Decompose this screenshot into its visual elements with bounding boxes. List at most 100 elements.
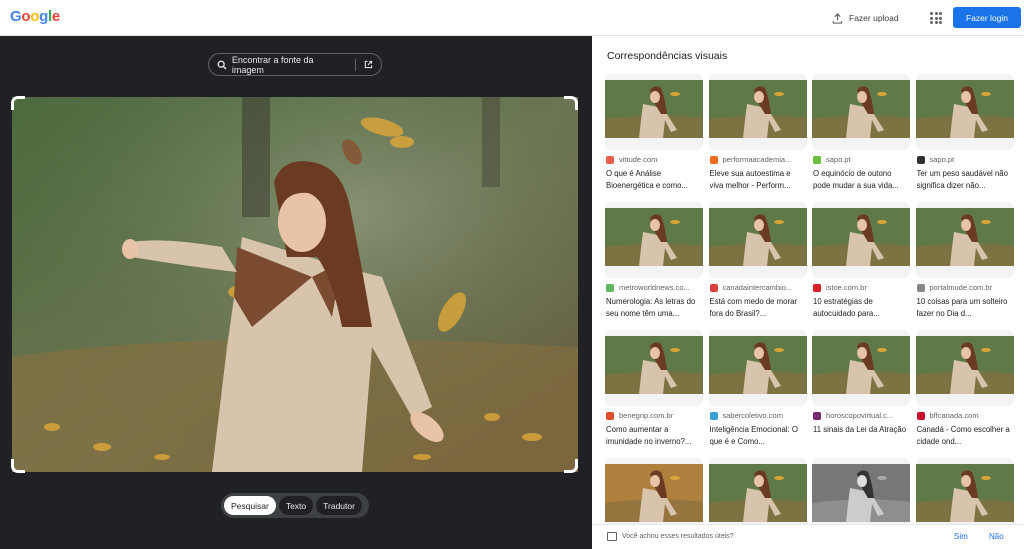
result-thumbnail[interactable]	[708, 74, 807, 150]
upload-button[interactable]: Fazer upload	[832, 9, 899, 27]
mode-texto[interactable]: Texto	[278, 496, 314, 515]
result-thumbnail[interactable]	[605, 330, 703, 406]
result-thumbnail[interactable]	[708, 330, 807, 406]
feedback-icon	[607, 532, 617, 541]
result-thumbnail[interactable]	[812, 74, 910, 150]
search-mode-switcher: Pesquisar Texto Tradutor	[221, 493, 369, 518]
result-card[interactable]	[708, 458, 807, 534]
site-favicon-icon	[813, 283, 821, 292]
lens-icon	[217, 60, 227, 69]
find-source-button[interactable]: Encontrar a fonte da imagem	[208, 53, 382, 76]
apps-grid-icon[interactable]	[930, 12, 942, 24]
result-source-label: canadaintercambio...	[722, 283, 793, 292]
result-thumbnail[interactable]	[915, 458, 1014, 534]
result-card[interactable]: vittude.com O que é Análise Bioenergética…	[605, 74, 703, 190]
result-title[interactable]: Eleve sua autoestima e viva melhor - Per…	[710, 168, 807, 192]
result-source-label: sapo.pt	[826, 155, 851, 164]
result-source-label: vittude.com	[619, 155, 658, 164]
uploaded-photo[interactable]	[12, 97, 578, 472]
result-source[interactable]: sabercoletivo.com	[709, 411, 808, 420]
result-source-label: performaacademia...	[722, 155, 792, 164]
result-source-label: istoe.com.br	[826, 283, 867, 292]
result-card[interactable]: horoscopovirtual.c... 11 sinais da Lei da…	[812, 330, 910, 434]
results-heading: Correspondências visuais	[607, 50, 728, 62]
result-card[interactable]: sapo.pt O equinócio de outono pode mudar …	[812, 74, 910, 190]
site-favicon-icon	[916, 155, 925, 164]
result-title[interactable]: O equinócio de outono pode mudar a sua v…	[813, 168, 910, 192]
result-card[interactable]	[812, 458, 910, 534]
mode-tradutor[interactable]: Tradutor	[316, 496, 362, 515]
result-title[interactable]: 11 sinais da Lei da Atração	[813, 424, 910, 448]
logo-letter: o	[21, 8, 31, 25]
result-title[interactable]: 10 coisas para um solteiro fazer no Dia …	[917, 296, 1014, 320]
result-source[interactable]: benegrip.com.br	[606, 411, 704, 420]
result-title[interactable]: 10 estratégias de autocuidado para...	[813, 296, 910, 320]
feedback-no-button[interactable]: Não	[989, 532, 1004, 541]
result-thumbnail[interactable]	[708, 202, 807, 278]
result-card[interactable]	[605, 458, 703, 534]
result-thumbnail[interactable]	[605, 74, 703, 150]
result-source[interactable]: portalmude.com.br	[916, 283, 1015, 292]
result-card[interactable]: sabercoletivo.com Inteligência Emocional:…	[708, 330, 807, 446]
result-source[interactable]: metroworldnews.co...	[606, 283, 704, 292]
google-logo[interactable]: Google	[10, 8, 60, 25]
upload-icon	[832, 12, 843, 24]
result-title[interactable]: Inteligência Emocional: O que é e Como..…	[710, 424, 807, 448]
image-viewer: Encontrar a fonte da imagem Pesquisar Te…	[0, 36, 592, 549]
site-favicon-icon	[709, 283, 718, 292]
result-source-label: bffcanada.com	[929, 411, 979, 420]
logo-letter: o	[30, 8, 40, 25]
result-source[interactable]: bffcanada.com	[916, 411, 1015, 420]
result-title[interactable]: Está com medo de morar fora do Brasil?..…	[710, 296, 807, 320]
result-thumbnail[interactable]	[605, 202, 703, 278]
mode-pesquisar[interactable]: Pesquisar	[224, 496, 276, 515]
result-card[interactable]: portalmude.com.br 10 coisas para um solte…	[915, 202, 1014, 318]
crop-handle-bottom-right[interactable]	[564, 459, 578, 473]
result-source[interactable]: istoe.com.br	[813, 283, 911, 292]
feedback-yes-button[interactable]: Sim	[954, 532, 968, 541]
result-card[interactable]: bffcanada.com Canadá - Como escolher a ci…	[915, 330, 1014, 446]
site-favicon-icon	[813, 155, 821, 164]
site-favicon-icon	[916, 283, 925, 292]
result-card[interactable]: canadaintercambio... Está com medo de mor…	[708, 202, 807, 318]
result-source[interactable]: vittude.com	[606, 155, 704, 164]
result-card[interactable]: istoe.com.br 10 estratégias de autocuidad…	[812, 202, 910, 318]
result-thumbnail[interactable]	[915, 202, 1014, 278]
result-thumbnail[interactable]	[605, 458, 703, 534]
login-button[interactable]: Fazer login	[953, 7, 1021, 28]
result-thumbnail[interactable]	[812, 202, 910, 278]
result-source-label: portalmude.com.br	[929, 283, 993, 292]
result-card[interactable]: benegrip.com.br Como aumentar a imunidade…	[605, 330, 703, 446]
crop-handle-bottom-left[interactable]	[11, 459, 25, 473]
result-title[interactable]: Ter um peso saudável não significa dizer…	[917, 168, 1014, 192]
result-thumbnail[interactable]	[708, 458, 807, 534]
feedback-question: Você achou esses resultados úteis?	[622, 533, 734, 540]
result-card[interactable]: metroworldnews.co... Numerologia: As letr…	[605, 202, 703, 318]
result-source[interactable]: sapo.pt	[916, 155, 1015, 164]
logo-letter: G	[10, 8, 22, 25]
upload-label: Fazer upload	[849, 13, 899, 23]
results-panel: Correspondências visuais vittude.com O qu…	[592, 36, 1024, 549]
result-source[interactable]: canadaintercambio...	[709, 283, 808, 292]
site-favicon-icon	[709, 411, 718, 420]
result-title[interactable]: O que é Análise Bioenergética e como...	[606, 168, 703, 192]
result-thumbnail[interactable]	[915, 330, 1014, 406]
result-thumbnail[interactable]	[812, 458, 910, 534]
result-title[interactable]: Canadá - Como escolher a cidade ond...	[917, 424, 1014, 448]
result-card[interactable]: performaacademia... Eleve sua autoestima …	[708, 74, 807, 190]
site-favicon-icon	[916, 411, 925, 420]
crop-handle-top-right[interactable]	[564, 96, 578, 110]
result-source-label: sapo.pt	[929, 155, 955, 164]
result-card[interactable]: sapo.pt Ter um peso saudável não signific…	[915, 74, 1014, 190]
result-source[interactable]: horoscopovirtual.c...	[813, 411, 911, 420]
result-source[interactable]: performaacademia...	[709, 155, 808, 164]
site-favicon-icon	[606, 411, 614, 420]
result-source[interactable]: sapo.pt	[813, 155, 911, 164]
result-thumbnail[interactable]	[812, 330, 910, 406]
result-title[interactable]: Como aumentar a imunidade no inverno?...	[606, 424, 703, 448]
result-card[interactable]	[915, 458, 1014, 534]
result-thumbnail[interactable]	[915, 74, 1014, 150]
result-source-label: benegrip.com.br	[619, 411, 674, 420]
result-title[interactable]: Numerologia: As letras do seu nome têm u…	[606, 296, 703, 320]
crop-handle-top-left[interactable]	[11, 96, 25, 110]
